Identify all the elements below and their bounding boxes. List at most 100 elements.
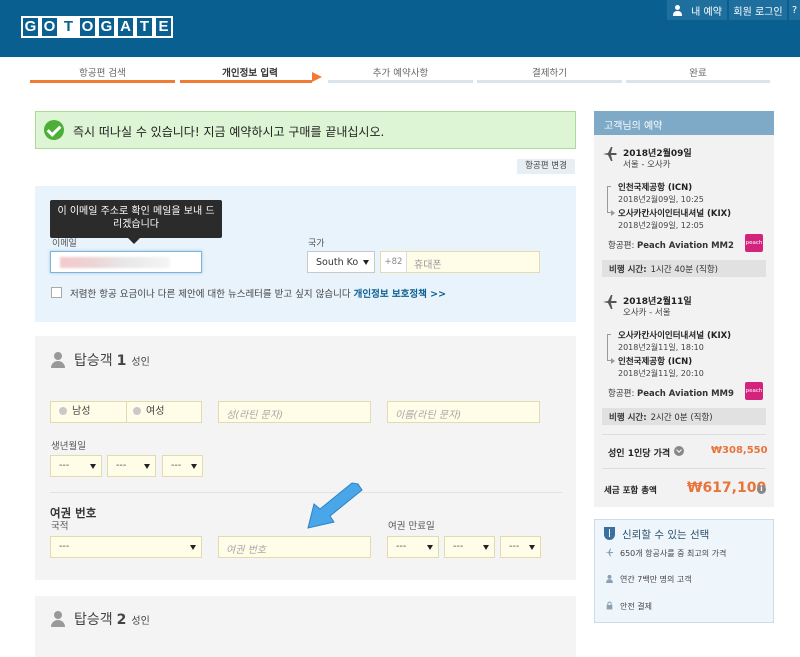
female-label: 여성 (146, 406, 165, 417)
my-reservation-label: 내 예약 (691, 6, 722, 18)
passport-expiry-label: 여권 만료일 (388, 521, 435, 532)
inbound-duration: 비행 시간: 2시간 0분 (직항) (602, 408, 766, 425)
gotogate-logo[interactable]: G O T O G A T E (21, 16, 173, 38)
dob-month-select[interactable]: --- (107, 455, 156, 477)
success-message: 즉시 떠나실 수 있습니다! 지금 예약하시고 구매를 끝내십시오. (73, 125, 385, 139)
my-reservation-button[interactable]: 내 예약 (667, 0, 727, 20)
person-icon (51, 352, 65, 368)
newsletter-text: 저렴한 항공 요금이나 다른 제안에 대한 뉴스레터를 받고 싶지 않습니다 개인… (70, 286, 446, 300)
airline-label: 항공편: (608, 241, 635, 251)
step-flight-search: 항공편 검색 (30, 65, 175, 83)
divider (602, 468, 766, 469)
country-select[interactable]: South Ko (307, 251, 375, 273)
lock-icon (606, 601, 613, 610)
arrival-time: 2018년2월11일, 20:10 (618, 369, 704, 378)
dob-day-select[interactable]: --- (50, 455, 102, 477)
chevron-down-icon (363, 260, 369, 265)
booking-summary-title: 고객님의 예약 (594, 111, 774, 135)
trust-item-airlines: 650개 항공사를 중 최고의 가격 (620, 549, 727, 558)
gender-female-option[interactable]: 여성 (128, 402, 202, 422)
trust-item-customers: 연간 7백만 명의 고객 (620, 575, 692, 584)
step-bar (626, 80, 770, 83)
surname-placeholder: 성(라틴 문자) (226, 410, 283, 421)
peach-logo-icon: peach (745, 234, 763, 252)
airplane-icon (603, 147, 617, 161)
phone-field[interactable]: +82 휴대폰 (380, 251, 540, 273)
route-bracket (607, 186, 611, 213)
arrival-airport: 인천국제공항 (ICN) (618, 357, 693, 367)
expiry-day-select[interactable]: --- (387, 536, 439, 558)
gender-selector: 남성 여성 (50, 401, 202, 423)
gender-male-option[interactable]: 남성 (51, 402, 127, 422)
help-label: ? (791, 4, 798, 16)
duration-value: 1시간 40분 (직항) (650, 265, 719, 275)
passport-placeholder: 여권 번호 (226, 545, 266, 556)
airline-label: 항공편: (608, 389, 635, 399)
change-flight-button[interactable]: 항공편 변경 (517, 159, 575, 174)
step-complete: 완료 (626, 65, 770, 83)
chevron-down-icon (191, 464, 197, 469)
nationality-label: 국적 (51, 521, 69, 532)
dob-label: 생년월일 (51, 441, 86, 452)
help-button[interactable]: ? (789, 0, 800, 20)
newsletter-label: 저렴한 항공 요금이나 다른 제안에 대한 뉴스레터를 받고 싶지 않습니다 (70, 289, 351, 300)
nationality-select[interactable]: --- (50, 536, 202, 558)
arrow-right-icon (611, 358, 615, 364)
step-arrow-icon (312, 72, 322, 82)
info-icon[interactable]: i (757, 485, 766, 494)
outbound-route: 서울 - 오사카 (623, 160, 671, 170)
expiry-year-select[interactable]: --- (500, 536, 541, 558)
chevron-down-icon (190, 545, 196, 550)
logo-letter: O (78, 16, 97, 38)
step-payment: 결제하기 (477, 65, 622, 83)
expiry-month-select[interactable]: --- (444, 536, 495, 558)
trust-title: 신뢰할 수 있는 선택 (622, 529, 710, 541)
departure-time: 2018년2월09일, 10:25 (618, 195, 704, 204)
inbound-airline: 항공편: Peach Aviation MM9 (608, 387, 734, 399)
step-label: 결제하기 (532, 68, 567, 79)
newsletter-checkbox[interactable] (51, 287, 62, 298)
step-label: 추가 예약사항 (372, 68, 429, 79)
total-price: ₩617,100 (687, 480, 767, 496)
email-field[interactable] (50, 251, 202, 273)
duration-label: 비행 시간: (609, 265, 647, 275)
privacy-policy-link[interactable]: 개인정보 보호정책 >> (354, 289, 446, 300)
duration-label: 비행 시간: (609, 413, 647, 423)
select-value: --- (116, 460, 127, 471)
check-circle-icon (44, 120, 64, 140)
chevron-down-circle-icon[interactable] (674, 446, 684, 456)
departure-time: 2018년2월11일, 18:10 (618, 343, 704, 352)
step-extras: 추가 예약사항 (328, 65, 473, 83)
chevron-down-icon (427, 545, 433, 550)
select-value: --- (59, 541, 70, 552)
departure-airport: 오사카칸사이인터내셔널 (KIX) (618, 331, 732, 341)
chevron-down-icon (90, 464, 96, 469)
airplane-icon (603, 295, 617, 309)
passenger-1-title: 탑승객 1 성인 (74, 350, 150, 370)
step-label: 완료 (689, 68, 707, 79)
passenger-number: 2 (116, 612, 127, 628)
radio-icon (133, 407, 141, 415)
logo-letter: G (21, 16, 40, 38)
given-name-placeholder: 이름(라틴 문자) (395, 410, 462, 421)
phone-placeholder: 휴대폰 (414, 260, 442, 271)
redacted-email (60, 257, 170, 268)
logo-letter: T (59, 16, 78, 38)
chevron-down-icon (529, 545, 535, 550)
arrival-time: 2018년2월09일, 12:05 (618, 221, 704, 230)
surname-field[interactable]: 성(라틴 문자) (218, 401, 371, 423)
passport-number-field[interactable]: 여권 번호 (218, 536, 371, 558)
radio-icon (59, 407, 67, 415)
given-name-field[interactable]: 이름(라틴 문자) (387, 401, 540, 423)
phone-prefix: +82 (381, 252, 407, 272)
member-login-button[interactable]: 회원 로그인 (729, 0, 787, 20)
per-person-label: 성인 1인당 가격 (608, 449, 671, 459)
country-label: 국가 (308, 239, 325, 249)
dob-year-select[interactable]: --- (162, 455, 203, 477)
select-value: --- (59, 460, 70, 471)
select-value: --- (396, 541, 407, 552)
country-value: South Ko (316, 257, 359, 268)
select-value: --- (509, 541, 520, 552)
step-label: 항공편 검색 (79, 68, 126, 79)
logo-letter: A (116, 16, 135, 38)
